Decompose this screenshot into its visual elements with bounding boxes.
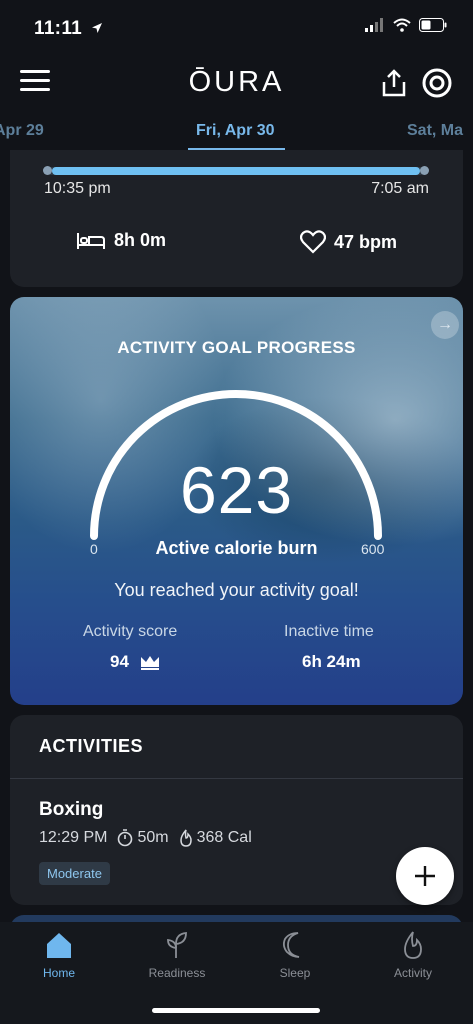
crown-icon [140, 656, 159, 670]
bedtime-start: 10:35 pm [44, 180, 111, 197]
activities-heading: ACTIVITIES [39, 736, 144, 756]
divider [10, 778, 463, 779]
ring-icon[interactable] [421, 67, 453, 99]
tab-home-label: Home [42, 966, 75, 980]
activity-score: 94 [110, 652, 161, 672]
active-calorie-label: Active calorie burn [155, 538, 318, 558]
date-tab-current[interactable]: Fri, Apr 30 [196, 122, 275, 140]
share-icon[interactable] [379, 68, 409, 98]
sleep-end-dot [420, 166, 429, 175]
inactive-time-value: 6h 24m [302, 652, 361, 671]
wifi-icon [393, 18, 411, 32]
home-indicator [152, 1008, 320, 1013]
tab-activity[interactable]: Activity [358, 930, 468, 980]
date-tab-next[interactable]: Sat, Ma [407, 122, 463, 140]
arrow-right-icon[interactable]: → [431, 311, 459, 339]
activity-score-value: 94 [110, 652, 129, 671]
stopwatch-icon [118, 829, 133, 847]
tab-sleep-label: Sleep [279, 966, 311, 980]
status-icons [365, 18, 447, 32]
activity-calories: 368 Cal [196, 829, 252, 846]
tab-activity-label: Activity [393, 966, 432, 980]
intensity-badge: Moderate [39, 862, 110, 885]
activity-time: 12:29 PM [39, 829, 108, 846]
tab-sleep[interactable]: Sleep [240, 930, 350, 980]
add-activity-button[interactable] [396, 847, 454, 905]
tab-readiness[interactable]: Readiness [122, 930, 232, 980]
plus-icon [415, 866, 435, 886]
status-time: 11:11 [34, 18, 103, 40]
sleep-duration-value: 8h 0m [114, 230, 167, 250]
active-calorie-value: 623 [179, 453, 294, 527]
activity-score-label: Activity score [83, 623, 178, 640]
battery-icon [419, 18, 447, 32]
heart-icon [300, 230, 326, 254]
tab-readiness-label: Readiness [148, 966, 206, 980]
signal-icon [365, 18, 383, 32]
flame-icon [404, 931, 422, 959]
sleep-timeline-bar [52, 167, 420, 175]
sprout-icon [167, 932, 187, 958]
activity-duration: 50m [137, 829, 169, 846]
resting-heart-rate: 47 bpm [300, 230, 397, 254]
activity-meta: 12:29 PM 50m 368 Cal [39, 829, 252, 847]
activity-name[interactable]: Boxing [39, 799, 103, 821]
goal-reached-message: You reached your activity goal! [114, 580, 359, 600]
bed-icon [77, 232, 105, 249]
sleep-duration: 8h 0m [76, 230, 166, 251]
inactive-time-label: Inactive time [284, 623, 374, 640]
flame-icon [179, 829, 192, 847]
home-icon [47, 933, 71, 958]
tab-home[interactable]: Home [4, 930, 114, 980]
heart-rate-value: 47 bpm [334, 231, 398, 252]
moon-icon [282, 932, 300, 958]
location-arrow-icon [91, 23, 102, 33]
date-tab-prev[interactable]: Apr 29 [0, 122, 44, 140]
bedtime-end: 7:05 am [371, 180, 429, 197]
sleep-start-dot [43, 166, 52, 175]
activity-goal-title: ACTIVITY GOAL PROGRESS [117, 338, 356, 357]
